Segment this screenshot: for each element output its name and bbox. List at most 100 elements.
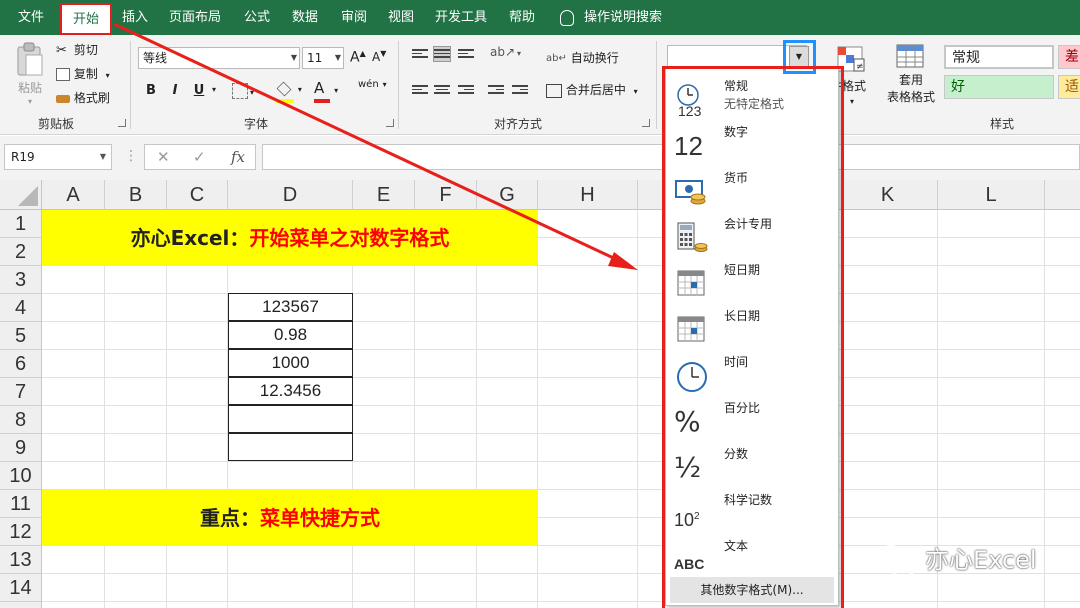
column-header-f[interactable]: F — [415, 180, 477, 210]
format-scientific-option[interactable]: 102 科学记数 — [666, 489, 838, 535]
align-bottom-icon[interactable] — [458, 47, 474, 61]
column-header-g[interactable]: G — [477, 180, 538, 210]
format-currency-option[interactable]: 货币 — [666, 167, 838, 213]
row-header-5[interactable]: 5 — [0, 322, 42, 350]
column-header-next[interactable] — [1045, 180, 1080, 210]
format-as-table-button[interactable]: 套用 表格格式 — [880, 43, 942, 105]
cell-d8[interactable] — [228, 405, 353, 433]
column-header-c[interactable]: C — [167, 180, 228, 210]
conditional-format-button[interactable]: ≠ 件格式 ▾ — [830, 45, 866, 106]
fill-color-button[interactable]: ▾ — [276, 81, 302, 103]
menu-insert[interactable]: 插入 — [114, 0, 156, 35]
wrap-text-button[interactable]: ab↵ 自动换行 — [546, 49, 619, 66]
column-header-e[interactable]: E — [353, 180, 415, 210]
menu-help[interactable]: 帮助 — [501, 0, 543, 35]
decrease-indent-icon[interactable] — [488, 83, 504, 97]
format-number-option[interactable]: 12 数字 — [666, 121, 838, 167]
copy-button[interactable]: 复制 ▾ — [56, 65, 110, 82]
align-right-icon[interactable] — [458, 83, 474, 97]
menu-review[interactable]: 审阅 — [333, 0, 375, 35]
shrink-font-button[interactable]: A▼ — [372, 49, 386, 64]
column-header-h[interactable]: H — [538, 180, 638, 210]
cut-button[interactable]: ✂ 剪切 — [56, 41, 98, 58]
column-header-b[interactable]: B — [105, 180, 167, 210]
bold-button[interactable]: B — [140, 81, 162, 101]
format-accounting-option[interactable]: 会计专用 — [666, 213, 838, 259]
more-number-formats-button[interactable]: 其他数字格式(M)... — [670, 577, 834, 603]
orientation-button[interactable]: ab↗ ▾ — [490, 45, 521, 59]
format-percent-option[interactable]: % 百分比 — [666, 397, 838, 443]
format-text-option[interactable]: ABC 文本 — [666, 535, 838, 581]
align-middle-icon[interactable] — [433, 46, 451, 62]
menu-home[interactable]: 开始 — [60, 3, 112, 35]
cell-d6[interactable]: 1000 — [228, 349, 353, 377]
column-header-d[interactable]: D — [228, 180, 353, 210]
paste-button[interactable]: 粘贴 ▾ — [14, 41, 50, 106]
style-bad[interactable]: 差 — [1058, 45, 1080, 69]
format-general-option[interactable]: 123 常规 无特定格式 — [666, 75, 838, 121]
row-header-4[interactable]: 4 — [0, 294, 42, 322]
style-good[interactable]: 好 — [944, 75, 1054, 99]
title-banner[interactable]: 亦心Excel：开始菜单之对数字格式 — [42, 210, 538, 266]
merge-center-button[interactable]: 合并后居中 ▾ — [546, 81, 638, 98]
enter-icon[interactable]: ✓ — [193, 148, 206, 166]
insert-function-icon[interactable]: fx — [231, 148, 245, 166]
menu-data[interactable]: 数据 — [284, 0, 326, 35]
menu-file[interactable]: 文件 — [8, 0, 54, 35]
menu-developer[interactable]: 开发工具 — [430, 0, 492, 35]
row-header-14[interactable]: 14 — [0, 574, 42, 602]
cell-d9[interactable] — [228, 433, 353, 461]
font-name-combo[interactable]: 等线 ▼ — [138, 47, 300, 69]
row-header-10[interactable]: 10 — [0, 462, 42, 490]
font-color-button[interactable]: A ▾ — [314, 79, 338, 103]
cancel-icon[interactable]: ✕ — [157, 148, 170, 166]
alignment-launcher-icon[interactable] — [642, 119, 650, 127]
row-header-7[interactable]: 7 — [0, 378, 42, 406]
cell-d7[interactable]: 12.3456 — [228, 377, 353, 405]
format-long-date-option[interactable]: 长日期 — [666, 305, 838, 351]
menu-formulas[interactable]: 公式 — [236, 0, 278, 35]
underline-dropdown-icon[interactable]: ▾ — [212, 85, 216, 94]
row-header-9[interactable]: 9 — [0, 434, 42, 462]
cell-d4[interactable]: 123567 — [228, 293, 353, 321]
key-point-banner[interactable]: 重点：菜单快捷方式 — [42, 490, 538, 546]
name-box[interactable]: R19 ▼ — [4, 144, 112, 170]
italic-button[interactable]: I — [164, 81, 186, 101]
row-header-13[interactable]: 13 — [0, 546, 42, 574]
align-center-icon[interactable] — [434, 83, 450, 97]
format-painter-button[interactable]: 格式刷 — [56, 89, 110, 106]
cell-d5[interactable]: 0.98 — [228, 321, 353, 349]
column-header-k[interactable]: K — [838, 180, 938, 210]
row-header-6[interactable]: 6 — [0, 350, 42, 378]
number-format-dropdown-button[interactable]: ▼ — [789, 46, 809, 68]
column-header-a[interactable]: A — [42, 180, 105, 210]
borders-button[interactable]: ▾ — [232, 83, 254, 99]
row-header-15[interactable] — [0, 602, 42, 608]
phonetic-button[interactable]: wén ▾ — [358, 79, 387, 90]
underline-button[interactable]: U — [188, 81, 210, 101]
row-header-11[interactable]: 11 — [0, 490, 42, 518]
font-size-combo[interactable]: 11 ▼ — [302, 47, 344, 69]
menu-page-layout[interactable]: 页面布局 — [164, 0, 226, 35]
style-normal[interactable]: 常规 — [944, 45, 1054, 69]
row-header-1[interactable]: 1 — [0, 210, 42, 238]
menu-view[interactable]: 视图 — [380, 0, 422, 35]
clipboard-launcher-icon[interactable] — [118, 119, 126, 127]
format-short-date-option[interactable]: 短日期 — [666, 259, 838, 305]
format-fraction-option[interactable]: ½ 分数 — [666, 443, 838, 489]
align-left-icon[interactable] — [412, 83, 428, 97]
column-header-l[interactable]: L — [938, 180, 1045, 210]
tell-me-search[interactable]: 操作说明搜索 — [560, 0, 662, 35]
grow-font-button[interactable]: A▲ — [350, 49, 366, 66]
increase-indent-icon[interactable] — [512, 83, 528, 97]
row-header-12[interactable]: 12 — [0, 518, 42, 546]
select-all-corner[interactable] — [0, 180, 42, 210]
align-top-icon[interactable] — [412, 47, 428, 61]
row-header-3[interactable]: 3 — [0, 266, 42, 294]
row-header-8[interactable]: 8 — [0, 406, 42, 434]
format-time-option[interactable]: 时间 — [666, 351, 838, 397]
font-launcher-icon[interactable] — [386, 119, 394, 127]
row-header-2[interactable]: 2 — [0, 238, 42, 266]
style-neutral[interactable]: 适 — [1058, 75, 1080, 99]
number-format-combo[interactable] — [667, 45, 807, 69]
